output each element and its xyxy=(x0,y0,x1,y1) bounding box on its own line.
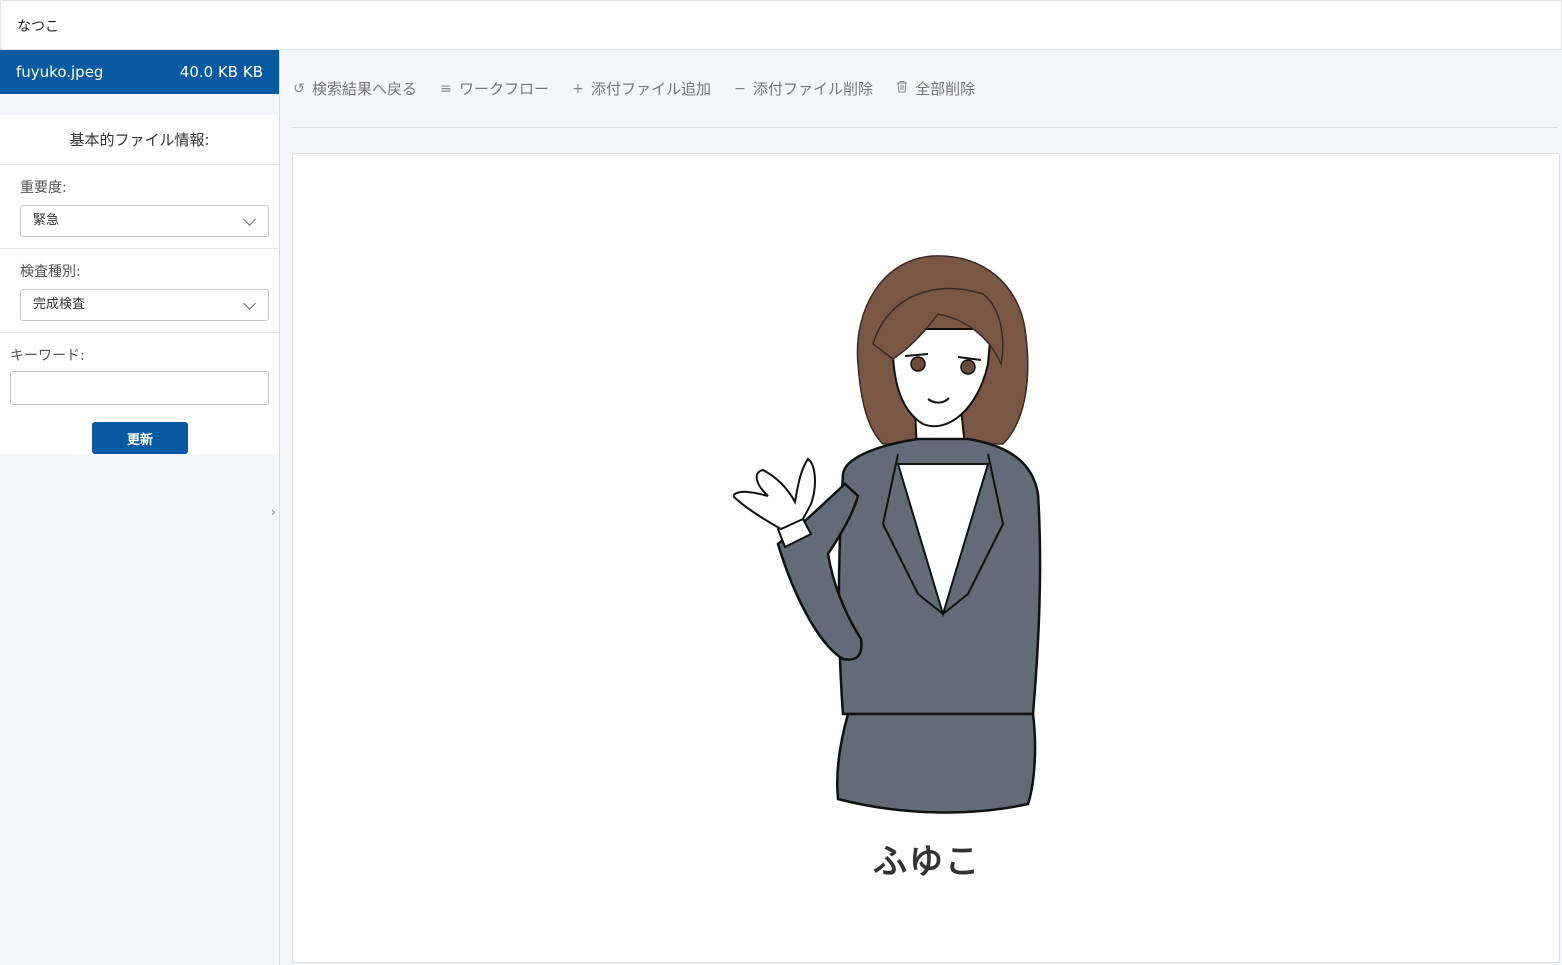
importance-field: 重要度: 緊急 xyxy=(0,165,279,237)
inspection-select[interactable]: 完成検査 xyxy=(20,289,269,321)
importance-label: 重要度: xyxy=(20,180,67,196)
list-icon: ≡ xyxy=(440,80,452,97)
keyword-label: キーワード: xyxy=(10,348,85,364)
toolbar: ↺ 検索結果へ戻る ≡ ワークフロー + 添付ファイル追加 − 添付ファイル削除… xyxy=(292,50,1558,128)
sidebar: fuyuko.jpeg 40.0 KB KB 基本的ファイル情報: 重要度: 緊… xyxy=(0,50,280,965)
workflow-button[interactable]: ≡ ワークフロー xyxy=(439,78,549,99)
workflow-label: ワークフロー xyxy=(459,80,550,98)
chevron-down-icon xyxy=(243,213,256,226)
inspection-field: 検査種別: 完成検査 xyxy=(0,249,279,321)
top-bar: なつこ xyxy=(0,0,1562,50)
file-name: fuyuko.jpeg xyxy=(16,63,104,81)
importance-select[interactable]: 緊急 xyxy=(20,205,269,237)
file-info-panel: 基本的ファイル情報: 重要度: 緊急 検査種別: 完成検査 キーワード: 更新 xyxy=(0,115,279,454)
importance-value: 緊急 xyxy=(33,213,60,228)
delete-all-button[interactable]: 全部削除 xyxy=(895,78,975,99)
back-to-results-button[interactable]: ↺ 検索結果へ戻る xyxy=(292,78,417,99)
plus-icon: + xyxy=(572,80,584,97)
delete-all-label: 全部削除 xyxy=(915,80,976,98)
file-size: 40.0 KB KB xyxy=(179,63,263,81)
back-label: 検索結果へ戻る xyxy=(312,80,418,98)
add-attachment-button[interactable]: + 添付ファイル追加 xyxy=(571,78,711,99)
image-caption: ふゆこ xyxy=(873,842,981,882)
inspection-value: 完成検査 xyxy=(33,297,86,312)
chevron-down-icon xyxy=(243,297,256,310)
image-viewer: ふゆこ xyxy=(292,153,1560,963)
collapse-chevron-icon[interactable]: › xyxy=(271,505,276,519)
info-panel-title: 基本的ファイル情報: xyxy=(0,115,279,165)
inspection-label: 検査種別: xyxy=(20,264,81,280)
businesswoman-illustration xyxy=(733,255,1042,814)
minus-icon: − xyxy=(734,80,746,97)
user-name[interactable]: なつこ xyxy=(17,16,59,36)
keyword-input[interactable] xyxy=(10,371,269,405)
trash-icon xyxy=(895,80,909,97)
undo-icon: ↺ xyxy=(293,80,305,97)
add-label: 添付ファイル追加 xyxy=(591,80,712,98)
remove-label: 添付ファイル削除 xyxy=(753,80,874,98)
remove-attachment-button[interactable]: − 添付ファイル削除 xyxy=(733,78,873,99)
update-button[interactable]: 更新 xyxy=(92,422,188,454)
file-header[interactable]: fuyuko.jpeg 40.0 KB KB xyxy=(0,50,279,94)
main-area: ↺ 検索結果へ戻る ≡ ワークフロー + 添付ファイル追加 − 添付ファイル削除… xyxy=(280,50,1562,965)
